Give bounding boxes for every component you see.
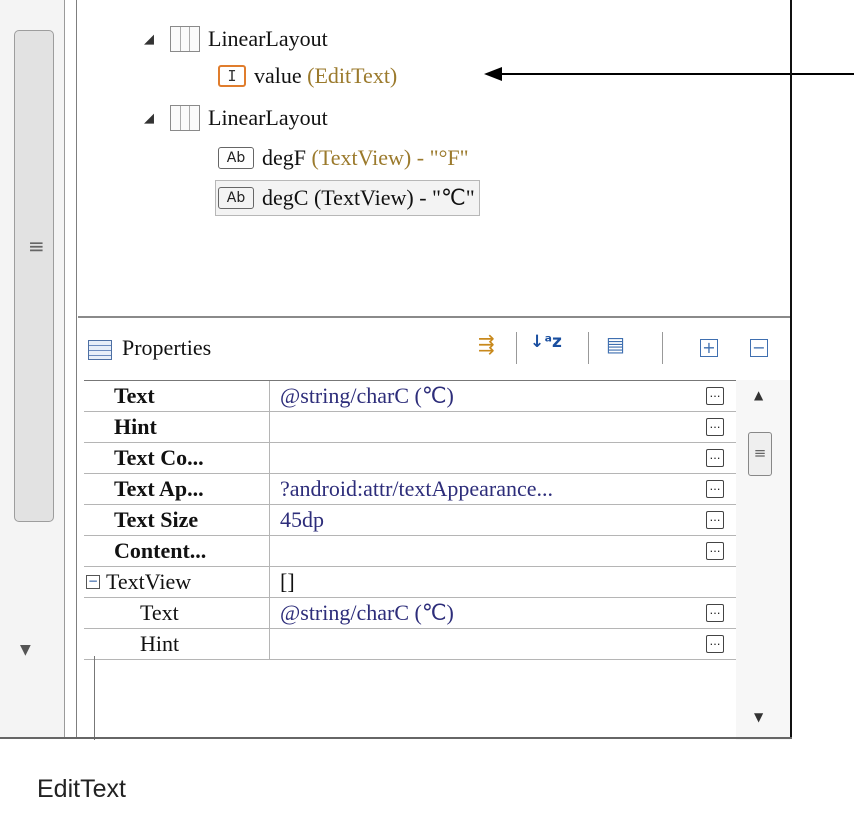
annotation-arrow-head-icon xyxy=(484,67,502,81)
node-text: - "°F" xyxy=(416,145,469,170)
panel-divider xyxy=(76,0,77,738)
property-name: Hint xyxy=(84,412,270,442)
panel-right-border xyxy=(790,0,792,738)
tree-node-value-edittext[interactable]: I value (EditText) xyxy=(218,59,397,93)
property-value[interactable]: @string/charC (℃) xyxy=(270,598,736,628)
scroll-down-arrow-icon[interactable]: ▼ xyxy=(20,642,31,658)
expand-triangle-icon[interactable]: ◢ xyxy=(144,32,170,47)
node-type: (EditText) xyxy=(307,63,398,88)
toolbar-separator xyxy=(516,332,517,364)
property-name: Text xyxy=(84,598,270,628)
expand-all-icon[interactable]: + xyxy=(700,339,718,357)
figure-caption: EditText xyxy=(37,775,126,803)
property-value[interactable] xyxy=(270,412,736,442)
property-row-textview-hint[interactable]: Hint … xyxy=(84,629,736,660)
collapse-group-icon[interactable]: − xyxy=(86,575,100,589)
node-label: LinearLayout xyxy=(208,105,328,130)
properties-header: Properties ⇶ ↓ᵃz ▤ + − xyxy=(78,318,790,380)
annotation-arrow-line xyxy=(500,73,854,75)
show-advanced-icon[interactable]: ⇶ xyxy=(478,334,495,354)
collapse-all-icon[interactable]: − xyxy=(750,339,768,357)
ellipsis-button[interactable]: … xyxy=(706,511,724,529)
panel-bottom-border xyxy=(0,737,792,739)
group-label: TextView xyxy=(106,569,192,594)
tree-node-degf-textview[interactable]: Ab degF (TextView) - "°F" xyxy=(218,141,469,175)
property-name: Text xyxy=(84,381,270,411)
property-group-name: − TextView xyxy=(84,567,270,597)
property-row-textview-text[interactable]: Text @string/charC (℃) … xyxy=(84,598,736,629)
ellipsis-button[interactable]: … xyxy=(706,418,724,436)
scroll-up-arrow-icon[interactable]: ▲ xyxy=(754,388,763,402)
ellipsis-button[interactable]: … xyxy=(706,604,724,622)
node-label: LinearLayout xyxy=(208,26,328,51)
group-tree-line xyxy=(94,656,95,740)
property-value: [] xyxy=(280,569,295,594)
properties-scrollbar[interactable]: ▲ ≡ ▼ xyxy=(736,380,790,740)
property-value[interactable]: ?android:attr/textAppearance... xyxy=(270,474,736,504)
property-row-text[interactable]: Text @string/charC (℃) … xyxy=(84,381,736,412)
property-row-content-description[interactable]: Content... … xyxy=(84,536,736,567)
property-row-text-size[interactable]: Text Size 45dp … xyxy=(84,505,736,536)
edittext-icon: I xyxy=(218,65,246,87)
properties-view-icon xyxy=(88,340,112,360)
grip-icon: ≡ xyxy=(28,234,45,258)
sort-alphabetical-icon[interactable]: ↓ᵃz xyxy=(530,334,562,351)
restore-default-icon[interactable]: ▤ xyxy=(606,334,625,354)
property-group-textview[interactable]: − TextView [] xyxy=(84,567,736,598)
property-row-text-color[interactable]: Text Co... … xyxy=(84,443,736,474)
node-type: (TextView) xyxy=(311,145,412,170)
property-value[interactable]: 45dp xyxy=(270,505,736,535)
linearlayout-icon xyxy=(170,105,200,131)
property-name: Text Ap... xyxy=(84,474,270,504)
node-type: (TextView) xyxy=(313,185,414,210)
property-name: Hint xyxy=(84,629,270,659)
property-name: Text Co... xyxy=(84,443,270,473)
ellipsis-button[interactable]: … xyxy=(706,480,724,498)
properties-table: Text @string/charC (℃) … Hint … Text Co.… xyxy=(84,380,736,660)
property-row-hint[interactable]: Hint … xyxy=(84,412,736,443)
node-text: - "℃" xyxy=(419,185,475,210)
textview-icon: Ab xyxy=(218,147,254,169)
property-name: Content... xyxy=(84,536,270,566)
node-label: degC xyxy=(262,185,309,210)
outline-scrollbar[interactable]: ≡ ▼ xyxy=(0,0,65,738)
textview-icon: Ab xyxy=(218,187,254,209)
node-label: degF xyxy=(262,145,306,170)
ellipsis-button[interactable]: … xyxy=(706,542,724,560)
tree-node-degc-textview[interactable]: Ab degC (TextView) - "℃" xyxy=(215,180,480,216)
property-row-text-appearance[interactable]: Text Ap... ?android:attr/textAppearance.… xyxy=(84,474,736,505)
property-value[interactable] xyxy=(270,536,736,566)
toolbar-separator xyxy=(588,332,589,364)
ellipsis-button[interactable]: … xyxy=(706,387,724,405)
scrollbar-thumb[interactable]: ≡ xyxy=(748,432,772,476)
linearlayout-icon xyxy=(170,26,200,52)
scrollbar-thumb[interactable] xyxy=(14,30,54,522)
property-value[interactable] xyxy=(270,629,736,659)
property-name: Text Size xyxy=(84,505,270,535)
property-value[interactable]: @string/charC (℃) xyxy=(270,381,736,411)
ellipsis-button[interactable]: … xyxy=(706,449,724,467)
expand-triangle-icon[interactable]: ◢ xyxy=(144,111,170,126)
outline-tree: ◢ LinearLayout I value (EditText) ◢ Line… xyxy=(78,0,790,316)
property-value[interactable] xyxy=(270,443,736,473)
ellipsis-button[interactable]: … xyxy=(706,635,724,653)
node-label: value xyxy=(254,63,302,88)
properties-title: Properties xyxy=(122,335,212,360)
scroll-down-arrow-icon[interactable]: ▼ xyxy=(754,710,763,724)
tree-node-linearlayout-2[interactable]: ◢ LinearLayout xyxy=(144,101,328,135)
properties-panel: Properties ⇶ ↓ᵃz ▤ + − Text @string/char… xyxy=(78,316,790,740)
tree-node-linearlayout-1[interactable]: ◢ LinearLayout xyxy=(144,22,328,56)
toolbar-separator xyxy=(662,332,663,364)
